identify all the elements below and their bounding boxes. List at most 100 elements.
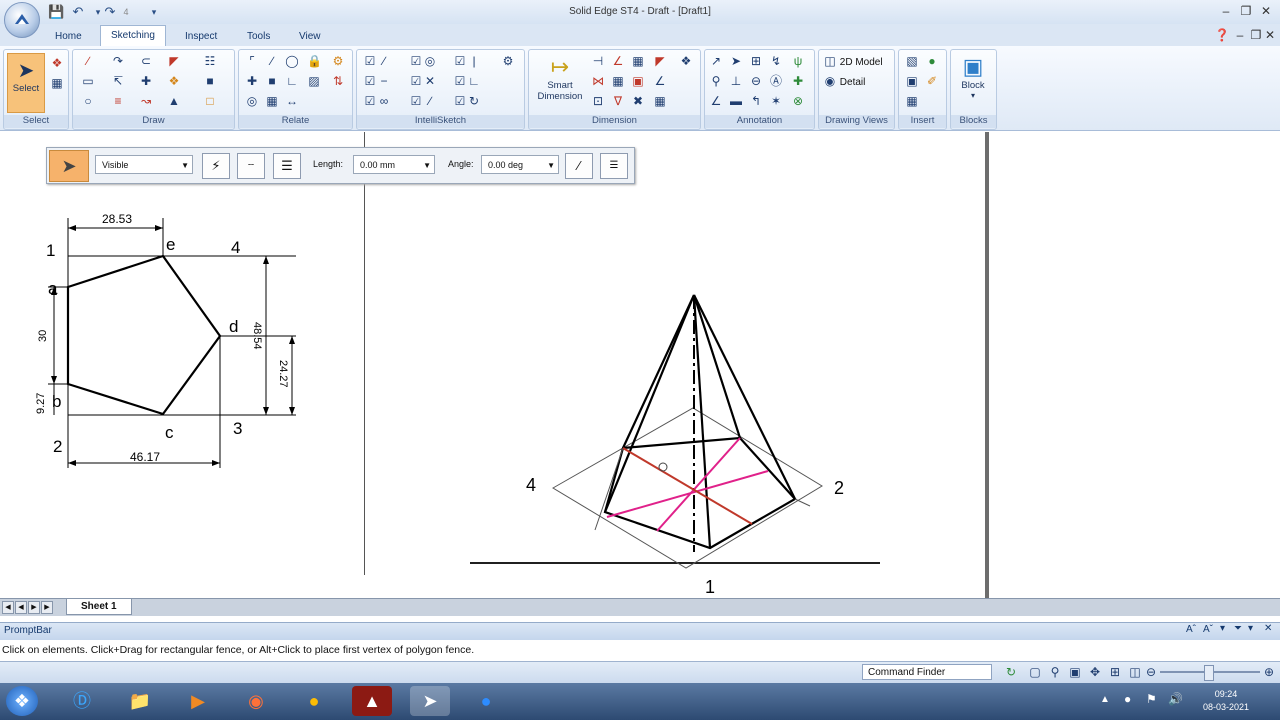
intellisketch-arc-check-icon[interactable]: ☑	[453, 94, 467, 108]
angle-input[interactable]: 0.00 deg ▼	[481, 155, 559, 174]
doc-minimize-icon[interactable]: –	[1232, 27, 1248, 43]
media-player-icon[interactable]: ▶	[182, 686, 214, 716]
weld-symbol-icon[interactable]: ψ	[791, 54, 805, 68]
smart-dimension-button[interactable]: ↦ Smart Dimension	[533, 54, 587, 112]
intellisketch-intersection-check-icon[interactable]: ☑	[409, 74, 423, 88]
select-button[interactable]: ➤ Select	[7, 53, 45, 113]
start-button-icon[interactable]: ❖	[6, 686, 38, 716]
fill-icon[interactable]: ▲	[167, 94, 181, 108]
zoom-area-icon[interactable]: ▢	[1028, 665, 1042, 679]
datum-target-icon[interactable]: ∠	[709, 94, 723, 108]
dimension-axis-icon[interactable]: ▦	[653, 94, 667, 108]
solid-edge-taskbar-icon[interactable]: ➤	[410, 686, 450, 716]
intellisketch-endpoint-icon[interactable]: ☑	[363, 54, 377, 68]
maintain-relationships-icon[interactable]: ⚙	[331, 54, 345, 68]
last-sheet-icon[interactable]: ▶	[41, 601, 53, 614]
mirror-icon[interactable]: ■	[203, 74, 217, 88]
intellisketch-midpoint-check-icon[interactable]: ☑	[363, 74, 377, 88]
previous-sheet-icon[interactable]: ◀	[15, 601, 27, 614]
select-tools-icon[interactable]: ❖	[50, 56, 64, 70]
angle-dimension-icon[interactable]: ∠	[653, 74, 667, 88]
block-button[interactable]: ▣ Block ▾	[953, 54, 993, 112]
font-decrease-icon[interactable]: Aˇ	[1203, 624, 1213, 635]
symmetric-diameter-icon[interactable]: ❖	[679, 54, 693, 68]
center-line-icon[interactable]: ▬	[729, 94, 743, 108]
perpendicular-icon[interactable]: ∟	[285, 74, 299, 88]
command-bar-select-button[interactable]: ➤	[49, 150, 89, 182]
balloon-icon[interactable]: ➤	[729, 54, 743, 68]
distance-between-icon[interactable]: ⊣	[591, 54, 605, 68]
feature-control-icon[interactable]: ⊖	[749, 74, 763, 88]
insert-hyperlink-icon[interactable]: ▦	[905, 94, 919, 108]
intellisketch-perpendicular-icon[interactable]: ∟	[467, 74, 481, 88]
chrome-icon[interactable]: ●	[298, 686, 330, 716]
move-icon[interactable]: ↝	[139, 94, 153, 108]
intellisketch-tangent-check-icon[interactable]: ☑	[409, 94, 423, 108]
volume-icon[interactable]: 🔊	[1168, 692, 1183, 706]
circle-arc-icon[interactable]: ⊂	[139, 54, 153, 68]
tab-inspect[interactable]: Inspect	[175, 27, 227, 46]
trim-icon[interactable]: ↸	[111, 74, 125, 88]
promptbar-options-icon[interactable]: ▾	[1220, 623, 1225, 634]
intellisketch-point-icon[interactable]: ∞	[377, 94, 391, 108]
symmetric-icon[interactable]: ▨	[307, 74, 321, 88]
help-icon[interactable]: ❓	[1214, 27, 1230, 43]
intellisketch-vertical-icon[interactable]: |	[467, 54, 481, 68]
intellisketch-midpoint-icon[interactable]: −	[377, 74, 391, 88]
tab-sketching[interactable]: Sketching	[100, 25, 166, 47]
line-type-button[interactable]: ┄	[237, 153, 265, 179]
insert-object-icon[interactable]: ●	[925, 54, 939, 68]
center-mark-icon[interactable]: ✚	[791, 74, 805, 88]
tab-home[interactable]: Home	[45, 27, 92, 46]
zoom-window-icon[interactable]: ⊞	[1108, 665, 1122, 679]
attach-dimension-icon[interactable]: ✖	[631, 94, 645, 108]
sheet-tab[interactable]: Sheet 1	[66, 599, 132, 615]
view-icon[interactable]: ◫	[1128, 665, 1142, 679]
zoom-out-icon[interactable]: ⊖	[1144, 665, 1158, 679]
offset-icon[interactable]: ☷	[203, 54, 217, 68]
fillet-icon[interactable]: ◤	[167, 54, 181, 68]
close-icon[interactable]: ✕	[1258, 3, 1274, 19]
angle-between-icon[interactable]: ∠	[611, 54, 625, 68]
coincident-icon[interactable]: ↔	[285, 94, 299, 108]
restore-icon[interactable]: ❐	[1238, 3, 1254, 19]
insert-link-icon[interactable]: ✐	[925, 74, 939, 88]
action-center-flag-icon[interactable]: ⚑	[1146, 692, 1157, 706]
acrobat-reader-icon[interactable]: ▲	[352, 686, 392, 716]
equal-icon[interactable]: ■	[265, 74, 279, 88]
target-icon[interactable]: ⊗	[791, 94, 805, 108]
internet-explorer-icon[interactable]: Ⓓ	[66, 686, 98, 716]
lock-icon[interactable]: 🔒	[307, 54, 322, 68]
intellisketch-point-check-icon[interactable]: ☑	[363, 94, 377, 108]
firefox-icon[interactable]: ◉	[240, 686, 272, 716]
file-explorer-icon[interactable]: 📁	[124, 686, 156, 716]
drawing-graphics[interactable]: 28.53 46.17 30 9.27 48.54 24.27 1 4 2 3 …	[0, 132, 985, 598]
show-hidden-icons-icon[interactable]: ▲	[1100, 694, 1110, 705]
callout-icon[interactable]: ⊞	[749, 54, 763, 68]
line-style-select[interactable]: Visible ▼	[95, 155, 193, 174]
intellisketch-center-check-icon[interactable]: ☑	[409, 54, 423, 68]
detail-button[interactable]: ◉ Detail	[823, 74, 866, 88]
datum-frame-icon[interactable]: ⊥	[729, 74, 743, 88]
hatch-icon[interactable]: □	[203, 94, 217, 108]
doc-close-icon[interactable]: ✕	[1262, 27, 1278, 43]
command-finder-input[interactable]: Command Finder	[862, 664, 992, 680]
zoom-icon[interactable]: ⚲	[1048, 665, 1062, 679]
taskbar-clock[interactable]: 09:24 08-03-2021	[1196, 688, 1256, 714]
dimension-style-icon[interactable]: ∇	[611, 94, 625, 108]
bolt-hole-circle-icon[interactable]: ↰	[749, 94, 763, 108]
split-icon[interactable]: ≡	[111, 94, 125, 108]
connect-icon[interactable]: ⌜	[245, 54, 259, 68]
select-fence-icon[interactable]: ▦	[50, 76, 64, 90]
length-input[interactable]: 0.00 mm ▼	[353, 155, 435, 174]
copy-attributes-icon[interactable]: ⊡	[591, 94, 605, 108]
zoom-in-icon[interactable]: ⊕	[1262, 665, 1276, 679]
intellisketch-perpendicular-check-icon[interactable]: ☑	[453, 74, 467, 88]
chamfer-dimension-icon[interactable]: ⋈	[591, 74, 605, 88]
next-sheet-icon[interactable]: ▶	[28, 601, 40, 614]
pan-icon[interactable]: ✥	[1088, 665, 1102, 679]
tab-tools[interactable]: Tools	[237, 27, 280, 46]
extend-icon[interactable]: ✚	[139, 74, 153, 88]
tangent-icon[interactable]: ◯	[285, 54, 299, 68]
minimize-icon[interactable]: –	[1218, 3, 1234, 19]
